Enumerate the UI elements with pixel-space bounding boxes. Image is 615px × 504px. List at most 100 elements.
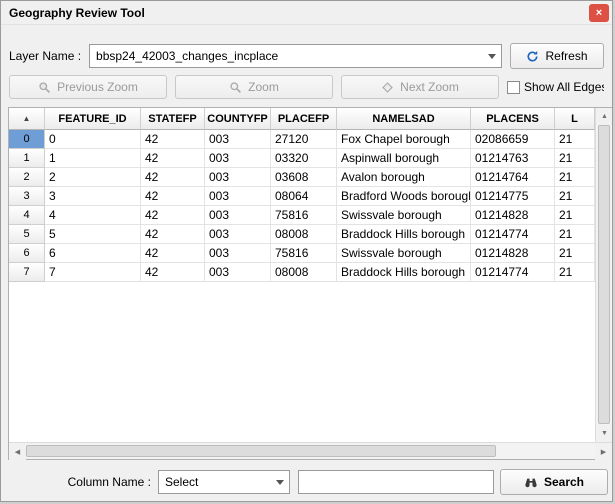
zoom-button[interactable]: Zoom bbox=[175, 75, 333, 99]
previous-zoom-label: Previous Zoom bbox=[57, 80, 138, 94]
table-cell[interactable]: 08008 bbox=[271, 225, 337, 244]
table-cell[interactable]: 003 bbox=[205, 168, 271, 187]
table-cell[interactable]: 21 bbox=[555, 206, 595, 225]
table-row: 444200375816Swissvale borough0121482821 bbox=[9, 206, 595, 225]
table-cell[interactable]: 75816 bbox=[271, 244, 337, 263]
table-cell[interactable]: 0 bbox=[45, 130, 141, 149]
table-cell[interactable]: 003 bbox=[205, 263, 271, 282]
refresh-button[interactable]: Refresh bbox=[510, 43, 604, 69]
table-cell[interactable]: 42 bbox=[141, 225, 205, 244]
table-cell[interactable]: 01214764 bbox=[471, 168, 555, 187]
table-cell[interactable]: 42 bbox=[141, 149, 205, 168]
column-header-namelsad[interactable]: NAMELSAD bbox=[337, 108, 471, 130]
column-name-select[interactable]: Select bbox=[158, 470, 290, 494]
table-cell[interactable]: 01214774 bbox=[471, 225, 555, 244]
table-vertical-scrollbar[interactable]: ▲ ▼ bbox=[595, 108, 612, 442]
table-cell[interactable]: 01214775 bbox=[471, 187, 555, 206]
table-cell[interactable]: 21 bbox=[555, 244, 595, 263]
table-header-row: ▲FEATURE_IDSTATEFPCOUNTYFPPLACEFPNAMELSA… bbox=[9, 108, 595, 130]
column-name-value: Select bbox=[165, 475, 271, 489]
corner-header[interactable]: ▲ bbox=[9, 108, 45, 130]
table-cell[interactable]: 5 bbox=[45, 225, 141, 244]
table-cell[interactable]: 01214828 bbox=[471, 244, 555, 263]
show-all-edges-checkbox[interactable]: Show All Edges bbox=[507, 80, 604, 94]
row-header[interactable]: 0 bbox=[9, 130, 45, 149]
table-cell[interactable]: 003 bbox=[205, 130, 271, 149]
row-header[interactable]: 4 bbox=[9, 206, 45, 225]
table-cell[interactable]: 2 bbox=[45, 168, 141, 187]
table-cell[interactable]: 21 bbox=[555, 187, 595, 206]
table-cell[interactable]: 42 bbox=[141, 130, 205, 149]
table-cell[interactable]: 7 bbox=[45, 263, 141, 282]
zoom-icon bbox=[229, 81, 242, 94]
table-cell[interactable]: 42 bbox=[141, 244, 205, 263]
search-input[interactable] bbox=[298, 470, 494, 494]
column-header-placens[interactable]: PLACENS bbox=[471, 108, 555, 130]
next-zoom-button[interactable]: Next Zoom bbox=[341, 75, 499, 99]
table-cell[interactable]: Braddock Hills borough bbox=[337, 263, 471, 282]
table-cell[interactable]: 003 bbox=[205, 244, 271, 263]
table-cell[interactable]: 08064 bbox=[271, 187, 337, 206]
row-header[interactable]: 7 bbox=[9, 263, 45, 282]
table-cell[interactable]: 02086659 bbox=[471, 130, 555, 149]
table-cell[interactable]: 03608 bbox=[271, 168, 337, 187]
table-cell[interactable]: 003 bbox=[205, 149, 271, 168]
binoculars-icon bbox=[524, 476, 538, 489]
table-cell[interactable]: 003 bbox=[205, 225, 271, 244]
table-cell[interactable]: 75816 bbox=[271, 206, 337, 225]
scroll-up-button[interactable]: ▲ bbox=[596, 108, 613, 125]
table-cell[interactable]: 03320 bbox=[271, 149, 337, 168]
table-cell[interactable]: 01214763 bbox=[471, 149, 555, 168]
previous-zoom-button[interactable]: Previous Zoom bbox=[9, 75, 167, 99]
column-header-l[interactable]: L bbox=[555, 108, 595, 130]
row-header[interactable]: 2 bbox=[9, 168, 45, 187]
horizontal-scrollbar-thumb[interactable] bbox=[26, 445, 496, 457]
scroll-right-button[interactable]: ▶ bbox=[595, 443, 612, 460]
table-cell[interactable]: Avalon borough bbox=[337, 168, 471, 187]
column-header-countyfp[interactable]: COUNTYFP bbox=[205, 108, 271, 130]
table-cell[interactable]: 21 bbox=[555, 225, 595, 244]
row-header[interactable]: 5 bbox=[9, 225, 45, 244]
close-button[interactable]: × bbox=[589, 4, 609, 22]
table-cell[interactable]: 42 bbox=[141, 168, 205, 187]
row-header[interactable]: 3 bbox=[9, 187, 45, 206]
table-cell[interactable]: 3 bbox=[45, 187, 141, 206]
table-cell[interactable]: 003 bbox=[205, 206, 271, 225]
table-cell[interactable]: 6 bbox=[45, 244, 141, 263]
table-cell[interactable]: 1 bbox=[45, 149, 141, 168]
next-zoom-label: Next Zoom bbox=[400, 80, 459, 94]
table-cell[interactable]: 01214828 bbox=[471, 206, 555, 225]
row-header[interactable]: 1 bbox=[9, 149, 45, 168]
table-cell[interactable]: Swissvale borough bbox=[337, 244, 471, 263]
search-button[interactable]: Search bbox=[500, 469, 608, 495]
scroll-left-button[interactable]: ◀ bbox=[9, 443, 26, 460]
column-header-feature_id[interactable]: FEATURE_ID bbox=[45, 108, 141, 130]
table-cell[interactable]: Swissvale borough bbox=[337, 206, 471, 225]
table-cell[interactable]: Braddock Hills borough bbox=[337, 225, 471, 244]
table-cell[interactable]: 08008 bbox=[271, 263, 337, 282]
row-header[interactable]: 6 bbox=[9, 244, 45, 263]
table-cell[interactable]: 003 bbox=[205, 187, 271, 206]
table-cell[interactable]: 27120 bbox=[271, 130, 337, 149]
table-cell[interactable]: 42 bbox=[141, 206, 205, 225]
table-cell[interactable]: 21 bbox=[555, 168, 595, 187]
column-header-placefp[interactable]: PLACEFP bbox=[271, 108, 337, 130]
table-cell[interactable]: 01214774 bbox=[471, 263, 555, 282]
vertical-scrollbar-thumb[interactable] bbox=[598, 125, 610, 424]
table-cell[interactable]: Bradford Woods borough bbox=[337, 187, 471, 206]
column-header-statefp[interactable]: STATEFP bbox=[141, 108, 205, 130]
table-cell[interactable]: 21 bbox=[555, 263, 595, 282]
table-cell[interactable]: 4 bbox=[45, 206, 141, 225]
table-cell[interactable]: 42 bbox=[141, 187, 205, 206]
table-row: 004200327120Fox Chapel borough0208665921 bbox=[9, 130, 595, 149]
table-cell[interactable]: Fox Chapel borough bbox=[337, 130, 471, 149]
refresh-icon bbox=[526, 50, 539, 63]
scroll-down-button[interactable]: ▼ bbox=[596, 425, 613, 442]
search-label: Search bbox=[544, 475, 584, 489]
table-cell[interactable]: Aspinwall borough bbox=[337, 149, 471, 168]
table-cell[interactable]: 21 bbox=[555, 130, 595, 149]
table-cell[interactable]: 21 bbox=[555, 149, 595, 168]
table-horizontal-scrollbar[interactable]: ◀ ▶ bbox=[9, 442, 612, 459]
table-cell[interactable]: 42 bbox=[141, 263, 205, 282]
layer-name-select[interactable]: bbsp24_42003_changes_incplace bbox=[89, 44, 502, 68]
